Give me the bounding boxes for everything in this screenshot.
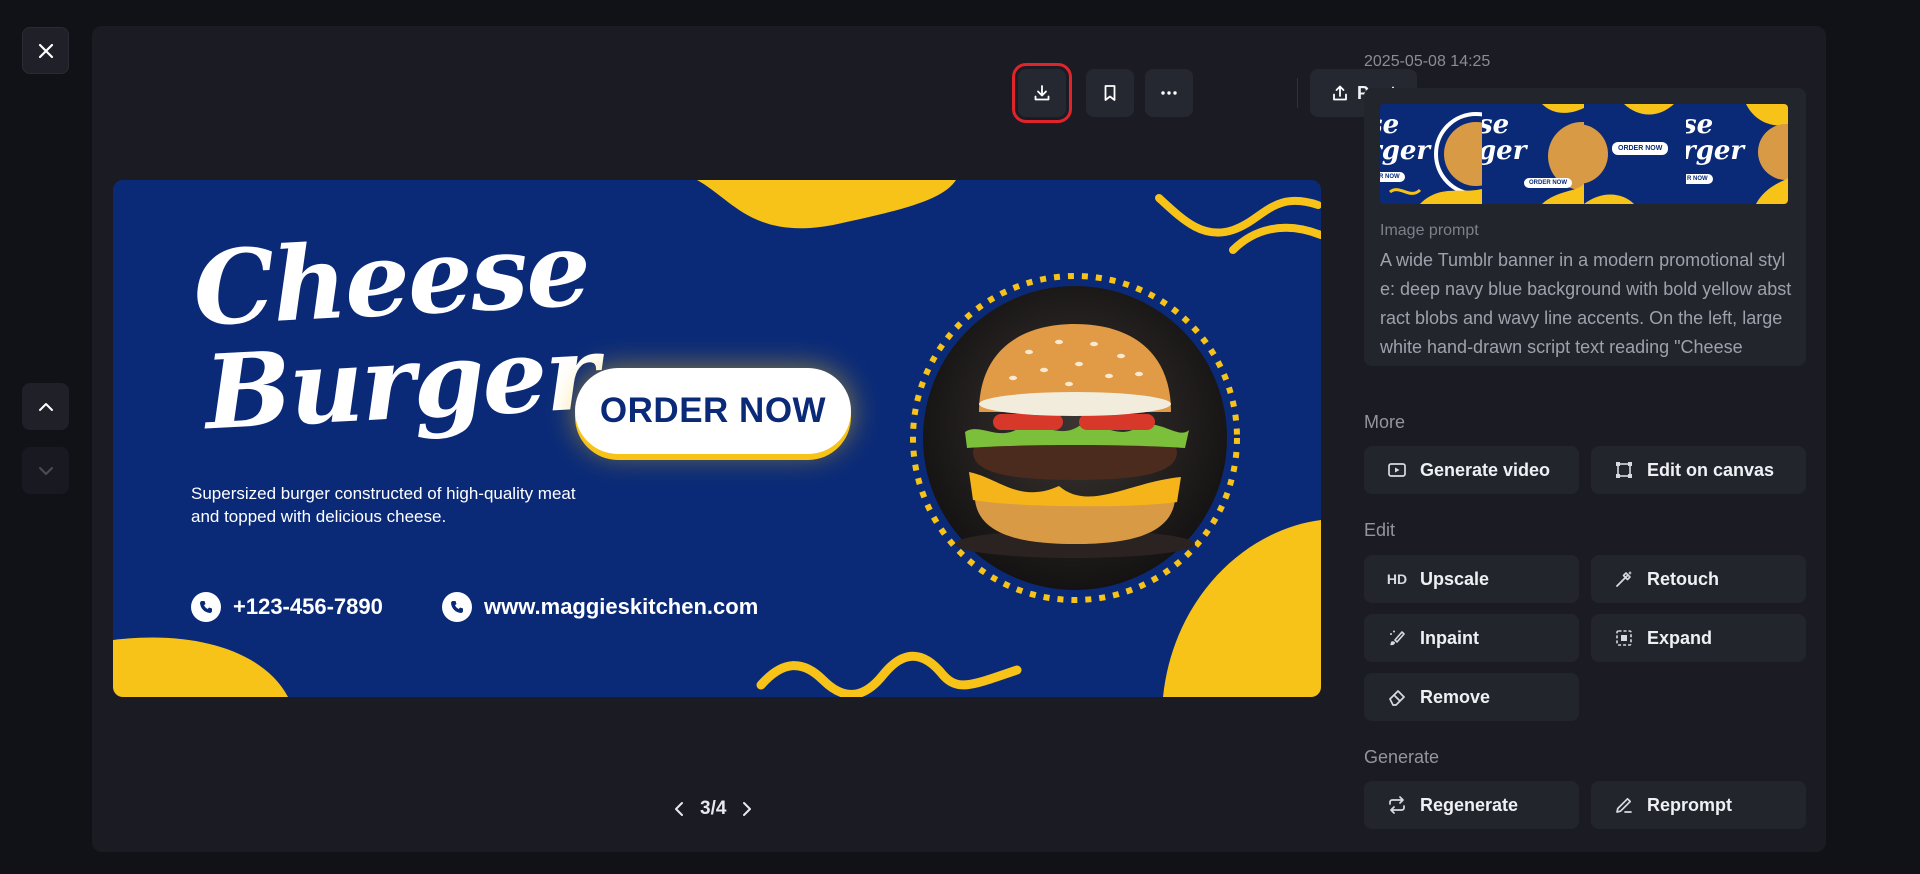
phone-icon	[442, 592, 472, 622]
download-icon	[1034, 85, 1050, 101]
chevron-down-icon	[38, 466, 53, 475]
previous-item-button[interactable]	[22, 383, 69, 430]
thumbnail[interactable]: serger R NOW	[1686, 104, 1788, 204]
prompt-label: Image prompt	[1380, 222, 1479, 239]
expand-icon	[1613, 628, 1635, 648]
more-options-button[interactable]	[1145, 69, 1193, 117]
website-url: www.maggieskitchen.com	[484, 594, 759, 619]
close-icon	[38, 43, 53, 58]
chevron-up-icon	[38, 402, 53, 411]
canvas-icon	[1613, 460, 1635, 480]
regenerate-label: Regenerate	[1420, 794, 1519, 815]
repeat-icon	[1386, 795, 1408, 815]
banner-title: Cheese Burger	[191, 209, 600, 454]
reprompt-button[interactable]: Reprompt	[1591, 781, 1806, 829]
section-label-edit: Edit	[1364, 520, 1396, 540]
inpaint-label: Inpaint	[1420, 627, 1479, 648]
section-label-more: More	[1364, 412, 1406, 432]
created-timestamp: 2025-05-08 14:25	[1364, 53, 1491, 70]
close-button[interactable]	[22, 27, 69, 74]
banner-title-line2: Burger	[202, 313, 600, 454]
download-button[interactable]	[1012, 63, 1072, 123]
expand-button[interactable]: Expand	[1591, 614, 1806, 662]
thumbnail[interactable]: seger ORDER NOW	[1482, 104, 1584, 204]
burger-photo	[909, 272, 1241, 604]
generated-banner-image: Cheese Burger Supersized burger construc…	[113, 180, 1321, 697]
banner-website: www.maggieskitchen.com	[442, 592, 758, 622]
toolbar-divider	[1297, 78, 1298, 108]
section-label-generate: Generate	[1364, 747, 1440, 767]
next-item-button[interactable]	[22, 447, 69, 494]
eraser-icon	[1386, 687, 1408, 707]
hd-icon: HD	[1386, 571, 1408, 587]
video-icon	[1386, 461, 1408, 479]
phone-icon	[191, 592, 221, 622]
upscale-button[interactable]: HD Upscale	[1364, 555, 1579, 603]
retouch-button[interactable]: Retouch	[1591, 555, 1806, 603]
thumbnail[interactable]: serger R NOW	[1380, 104, 1482, 204]
more-horizontal-icon	[1161, 91, 1177, 95]
order-now-button: ORDER NOW	[575, 368, 851, 454]
generate-video-button[interactable]: Generate video	[1364, 446, 1579, 494]
upscale-label: Upscale	[1420, 568, 1490, 589]
image-pager: 3/4	[672, 798, 754, 820]
remove-label: Remove	[1420, 686, 1491, 707]
retouch-label: Retouch	[1647, 568, 1719, 589]
brush-icon	[1386, 628, 1408, 648]
generate-video-label: Generate video	[1420, 459, 1551, 480]
pager-counter: 3/4	[700, 798, 727, 819]
prompt-text: A wide Tumblr banner in a modern promoti…	[1380, 250, 1792, 357]
pager-next-button[interactable]	[740, 800, 754, 818]
bookmark-icon	[1104, 85, 1116, 101]
edit-on-canvas-label: Edit on canvas	[1647, 459, 1775, 480]
pencil-icon	[1613, 795, 1635, 815]
banner-tagline: Supersized burger constructed of high-qu…	[191, 484, 576, 526]
expand-label: Expand	[1647, 627, 1713, 648]
pager-prev-button[interactable]	[672, 800, 686, 818]
remove-button[interactable]: Remove	[1364, 673, 1579, 721]
banner-phone: +123-456-7890	[191, 592, 383, 622]
bookmark-button[interactable]	[1086, 69, 1134, 117]
chevron-right-icon	[743, 802, 752, 816]
reprompt-label: Reprompt	[1647, 794, 1732, 815]
variation-thumbnails: serger R NOW seger ORDER NOW ORDER NOW s…	[1380, 104, 1788, 204]
regenerate-button[interactable]: Regenerate	[1364, 781, 1579, 829]
magic-wand-icon	[1613, 569, 1635, 589]
chevron-left-icon	[675, 802, 683, 816]
prompt-card[interactable]: serger R NOW seger ORDER NOW ORDER NOW s…	[1364, 88, 1806, 366]
edit-on-canvas-button[interactable]: Edit on canvas	[1591, 446, 1806, 494]
share-upload-icon	[1333, 85, 1347, 101]
inpaint-button[interactable]: Inpaint	[1364, 614, 1579, 662]
thumbnail[interactable]: ORDER NOW	[1584, 104, 1686, 204]
phone-number: +123-456-7890	[233, 594, 383, 619]
